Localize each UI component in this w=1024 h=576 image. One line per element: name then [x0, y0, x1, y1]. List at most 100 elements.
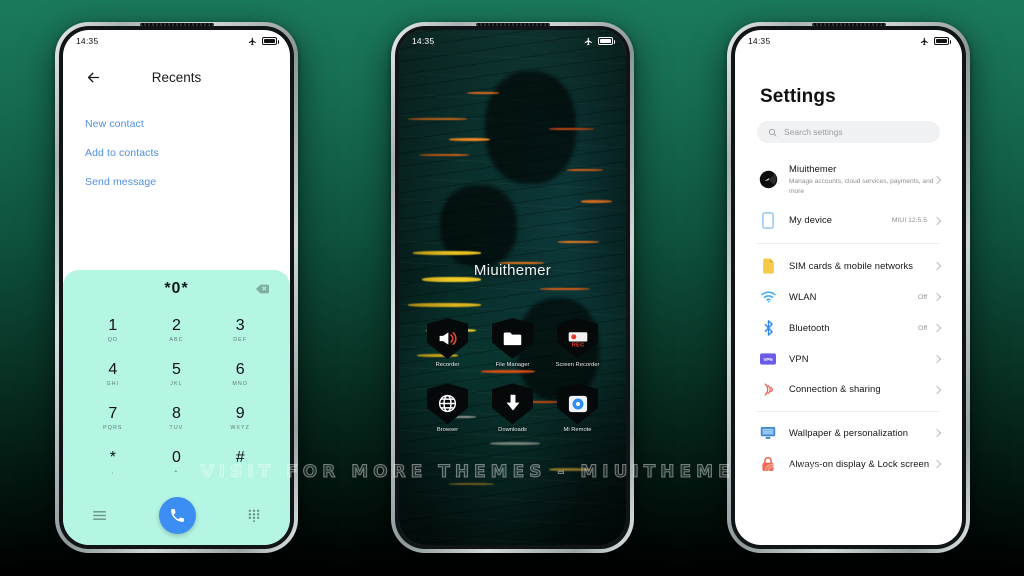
status-icons: [584, 37, 615, 46]
backspace-icon[interactable]: [256, 284, 269, 294]
account-subtitle: Manage accounts, cloud services, payment…: [789, 178, 934, 195]
key-digit: 8: [172, 405, 181, 423]
dialpad-key-8[interactable]: 8 TUV: [145, 397, 209, 441]
app-recorder[interactable]: Recorder: [415, 318, 480, 369]
status-icons: [920, 37, 951, 46]
chevron-right-icon: [932, 354, 942, 364]
settings-row-wallpaper[interactable]: Wallpaper & personalization: [735, 418, 962, 448]
app-screen-recorder[interactable]: REC Screen Recorder: [545, 318, 610, 369]
link-new-contact[interactable]: New contact: [85, 110, 268, 139]
dialpad-key-5[interactable]: 5 JKL: [145, 352, 209, 396]
phone-settings: 14:35 Settings Search settings Miuitheme…: [727, 22, 970, 553]
wifi-icon: [760, 291, 776, 303]
svg-text:VPN: VPN: [763, 357, 772, 362]
call-button[interactable]: [158, 496, 196, 534]
key-letters: PQRS: [103, 425, 123, 432]
earpiece-speaker: [475, 23, 550, 26]
key-letters: JKL: [170, 380, 183, 387]
key-letters: ,: [111, 469, 115, 476]
settings-row-my-device[interactable]: My device MIUI 12.5.5: [735, 204, 962, 237]
row-value: MIUI 12.5.5: [891, 217, 927, 225]
app-label: Recorder: [435, 362, 460, 368]
phone-call-icon: [170, 508, 184, 522]
phone-bezel: 14:35 Miuithemer Recorder File Manager R…: [395, 23, 630, 549]
dialpad-key-2[interactable]: 2 ABC: [145, 308, 209, 352]
app-downloads[interactable]: Downloads: [480, 383, 545, 434]
chevron-right-icon: [932, 292, 942, 302]
dialpad-key-*[interactable]: *,: [81, 441, 145, 485]
wallpaper-label: Miuithemer: [473, 262, 552, 279]
dialpad-key-7[interactable]: 7 PQRS: [81, 397, 145, 441]
settings-row-bluetooth[interactable]: Bluetooth Off: [735, 312, 962, 344]
app-icon-shield: [557, 383, 598, 425]
row-label: SIM cards & mobile networks: [789, 259, 914, 271]
key-digit: 1: [108, 316, 118, 334]
chevron-right-icon: [932, 428, 942, 438]
app-icon-shield: [492, 383, 533, 425]
bluetooth-icon: [763, 320, 773, 336]
lock-icon: [762, 457, 774, 472]
app-label: Downloads: [498, 427, 527, 434]
airplane-mode-icon: [920, 37, 928, 45]
back-arrow-icon[interactable]: [85, 69, 102, 86]
dialpad-icon[interactable]: [248, 509, 260, 522]
dialpad-keys: 1 QD 2 ABC 3 DEF 4 GHI 5 JKL 6 MNO 7 PQRS 8 TUV 9 WXYZ *, 0…: [63, 308, 290, 485]
link-add-to-contacts[interactable]: Add to contacts: [85, 139, 268, 168]
app-browser[interactable]: Browser: [415, 383, 480, 434]
status-time: 14:35: [76, 36, 99, 46]
battery-full-icon: [262, 37, 279, 45]
key-digit: *: [109, 449, 116, 467]
status-bar: 14:35: [399, 30, 626, 52]
dialer-screen: 14:35 Recents New contact Add to contact…: [63, 30, 290, 545]
app-file-manager[interactable]: File Manager: [480, 318, 545, 369]
app-grid: Recorder File Manager REC Screen Recorde…: [415, 318, 610, 435]
hamburger-menu-icon[interactable]: [93, 510, 106, 521]
search-icon: [768, 128, 777, 137]
dialer-header: Recents: [63, 54, 290, 100]
status-bar: 14:35: [735, 30, 962, 52]
key-digit: 5: [172, 360, 181, 378]
vpn-badge-icon: VPN: [760, 353, 776, 365]
phone-device-icon: [762, 212, 774, 229]
folder-icon: [503, 331, 522, 345]
settings-row-vpn[interactable]: VPN VPN: [735, 344, 962, 374]
home-screen: 14:35 Miuithemer Recorder File Manager R…: [399, 30, 626, 545]
dialpad-key-1[interactable]: 1 QD: [81, 308, 145, 352]
svg-text:REC: REC: [571, 342, 584, 348]
globe-icon: [438, 395, 457, 413]
row-label: My device: [789, 214, 833, 226]
key-letters: MNO: [232, 380, 248, 387]
status-icons: [248, 37, 279, 46]
dialpad-key-4[interactable]: 4 GHI: [81, 352, 145, 396]
dialpad-key-3[interactable]: 3 DEF: [208, 308, 272, 352]
key-digit: 4: [108, 360, 118, 378]
connection-sharing-icon: [764, 383, 773, 396]
sim-card-icon: [762, 258, 774, 274]
app-label: File Manager: [495, 362, 530, 368]
app-icon-shield: REC: [557, 318, 598, 359]
settings-row-connection-sharing[interactable]: Connection & sharing: [735, 374, 962, 405]
megaphone-icon: [439, 332, 457, 345]
search-placeholder: Search settings: [784, 127, 843, 137]
number-entry-field[interactable]: *0*: [63, 270, 290, 308]
settings-row-wlan[interactable]: WLAN Off: [735, 282, 962, 312]
earpiece-speaker: [811, 23, 886, 26]
avatar: [757, 170, 779, 189]
dialpad-key-0[interactable]: 0 +: [145, 441, 209, 485]
key-letters: ABC: [169, 336, 184, 343]
settings-row-account[interactable]: Miuithemer Manage accounts, cloud servic…: [735, 155, 962, 204]
search-input[interactable]: Search settings: [757, 121, 940, 143]
dialpad-key-9[interactable]: 9 WXYZ: [208, 397, 272, 441]
link-send-message[interactable]: Send message: [85, 168, 268, 197]
status-time: 14:35: [748, 36, 771, 46]
settings-row-always-on-display[interactable]: Always-on display & Lock screen: [735, 448, 962, 480]
app-mi-remote[interactable]: Mi Remote: [545, 383, 610, 434]
dialpad-key-#[interactable]: #: [208, 441, 272, 485]
avatar-icon: [759, 170, 777, 189]
dialpad-key-6[interactable]: 6 MNO: [208, 352, 272, 396]
dialer-dock: [63, 485, 290, 545]
action-links: New contact Add to contacts Send message: [63, 100, 290, 197]
list-divider: [757, 411, 940, 413]
key-digit: 3: [235, 316, 245, 334]
settings-row-sim-cards[interactable]: SIM cards & mobile networks: [735, 250, 962, 282]
